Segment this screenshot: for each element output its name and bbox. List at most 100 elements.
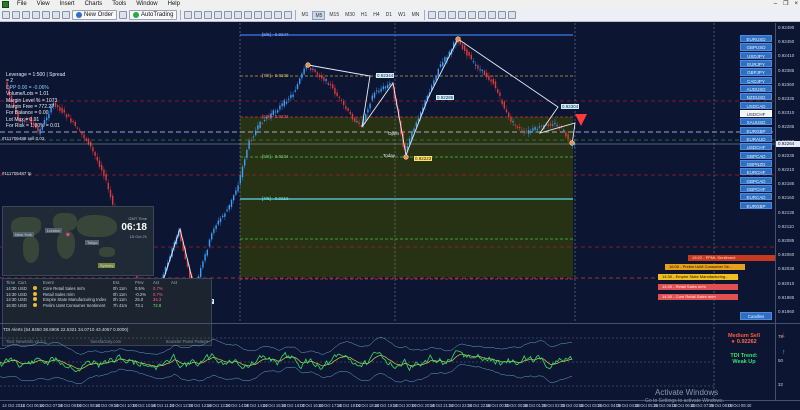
indicators-icon[interactable]: [264, 11, 273, 19]
horizontal-line-icon[interactable]: [458, 11, 467, 19]
news-row[interactable]: 16:00 USD Prelim UoM Consumer Sentiment …: [3, 302, 211, 309]
symbol-button-eurusd[interactable]: EURUSD: [740, 35, 772, 43]
cursor-icon[interactable]: [428, 11, 437, 19]
symbol-button-gbpjpy[interactable]: GBPJPY: [740, 68, 772, 76]
fibonacci-icon[interactable]: [488, 11, 497, 19]
symbol-button-nzdusd[interactable]: NZDUSD: [740, 93, 772, 101]
new-chart-icon[interactable]: [2, 11, 10, 19]
candle-body: [222, 215, 224, 218]
tdi-signal-panel: Medium Sell ● 0.92262 TDI Trend: Weak Up: [713, 333, 775, 365]
symbol-button-usdchf[interactable]: USDCHF: [740, 143, 772, 151]
menu-charts[interactable]: Charts: [80, 0, 108, 9]
symbol-button-xauusd[interactable]: XAUUSD: [740, 118, 772, 126]
candle-body: [250, 140, 252, 142]
symbol-button-eurgbp[interactable]: EURGBP: [740, 126, 772, 134]
navigator-icon[interactable]: [42, 11, 50, 19]
price-tick: 0.92335: [778, 96, 795, 101]
trendline-icon[interactable]: [468, 11, 477, 19]
symbol-button-gbpnzd[interactable]: GBPNZD: [740, 159, 772, 168]
restore-icon[interactable]: ❐: [783, 0, 788, 9]
close-icon[interactable]: ×: [794, 0, 798, 9]
city-label: Sydney: [98, 263, 116, 268]
candle-body: [380, 88, 382, 92]
candle-body: [230, 199, 233, 207]
symbol-button-gbpcad[interactable]: GBPCAD: [740, 151, 772, 159]
candle-body: [206, 249, 208, 256]
menu-file[interactable]: File: [12, 0, 32, 9]
templates-icon[interactable]: [284, 11, 293, 19]
candle-body: [351, 114, 354, 120]
timeframe-m30[interactable]: M30: [343, 11, 357, 20]
candles-icon[interactable]: [194, 11, 203, 19]
symbol-button-eurjpy[interactable]: EURJPY: [740, 59, 772, 68]
symbol-button-usdjpy[interactable]: USDJPY: [740, 51, 772, 59]
candle-body: [241, 166, 244, 178]
candle-body: [338, 96, 340, 98]
line-chart-icon[interactable]: [204, 11, 213, 19]
new-order-button[interactable]: New Order: [72, 10, 118, 20]
periods-icon[interactable]: [274, 11, 283, 19]
symbol-button-euraud[interactable]: EURAUD: [740, 134, 772, 143]
candle-body: [413, 128, 415, 132]
menu-view[interactable]: View: [32, 0, 55, 9]
bar-chart-icon[interactable]: [184, 11, 193, 19]
candle-body: [554, 123, 556, 125]
news-col-act: Act: [153, 280, 160, 285]
zoom-out-icon[interactable]: [224, 11, 233, 19]
symbol-button-gbpcad[interactable]: GBPCAD: [740, 176, 772, 184]
timeframe-mn[interactable]: MN: [410, 11, 422, 20]
candle-body: [345, 106, 347, 110]
text-tool-icon[interactable]: [498, 11, 507, 19]
price-axis[interactable]: 0.92490 0.92450 0.92410 0.92385 0.92360 0.923…: [775, 23, 800, 323]
candle-body: [442, 62, 444, 67]
symbol-button-cadjpy[interactable]: CADJPY: [740, 76, 772, 84]
arrow-tool-icon[interactable]: [508, 11, 517, 19]
menu-insert[interactable]: Insert: [55, 0, 80, 9]
candles-button[interactable]: Candles: [740, 312, 772, 320]
symbol-button-gbpchf[interactable]: GBPCHF: [740, 184, 772, 193]
timeframe-w1[interactable]: W1: [396, 11, 408, 20]
symbol-button-eurchf[interactable]: EURCHF: [740, 168, 772, 176]
menu-tools[interactable]: Tools: [107, 0, 131, 9]
timeframe-d1[interactable]: D1: [384, 11, 394, 20]
clock-label: GMT Time: [128, 216, 147, 221]
timeframe-m1[interactable]: M1: [299, 11, 310, 20]
candle-body: [202, 261, 204, 268]
market-watch-icon[interactable]: [22, 11, 30, 19]
crosshair-icon[interactable]: [438, 11, 447, 19]
channel-icon[interactable]: [478, 11, 487, 19]
autoscroll-icon[interactable]: [244, 11, 253, 19]
menu-window[interactable]: Window: [131, 0, 162, 9]
symbol-button-eurgbp[interactable]: EURGBP: [740, 201, 772, 209]
timeframe-m5[interactable]: M5: [312, 10, 326, 20]
candle-body: [296, 84, 299, 89]
symbol-button-usdcad[interactable]: USDCAD: [740, 101, 772, 109]
chart-shift-icon[interactable]: [254, 11, 263, 19]
candle-body: [486, 72, 488, 78]
symbol-button-gbpusd[interactable]: GBPUSD: [740, 43, 772, 51]
candle-body: [105, 174, 107, 181]
data-window-icon[interactable]: [32, 11, 40, 19]
profiles-icon[interactable]: [12, 11, 20, 19]
vertical-line-icon[interactable]: [448, 11, 457, 19]
terminal-icon[interactable]: [52, 11, 60, 19]
autotrading-button[interactable]: AutoTrading: [129, 10, 178, 20]
symbol-button-audusd[interactable]: AUDUSD: [740, 84, 772, 93]
candle-body: [538, 126, 541, 128]
tester-icon[interactable]: [62, 11, 70, 19]
tile-windows-icon[interactable]: [234, 11, 243, 19]
timeframe-h1[interactable]: H1: [359, 11, 369, 20]
symbol-button-usdchf[interactable]: USDCHF: [740, 109, 772, 118]
symbol-button-eurcad[interactable]: EURCAD: [740, 193, 772, 201]
candle-body: [79, 129, 81, 131]
minimize-icon[interactable]: –: [774, 0, 777, 9]
main-chart[interactable]: [8/8] - 0.9247 [7/8] - 0.9239 [6/8] - 0.…: [0, 23, 800, 400]
meta-editor-icon[interactable]: [119, 11, 128, 19]
zoom-in-icon[interactable]: [214, 11, 223, 19]
timeframe-h4[interactable]: H4: [371, 11, 381, 20]
menu-help[interactable]: Help: [163, 0, 185, 9]
timeframe-m15[interactable]: M15: [327, 11, 341, 20]
candle-body: [83, 134, 85, 139]
city-label: Tokyo: [85, 240, 100, 245]
price-tick: 0.92110: [778, 223, 794, 229]
